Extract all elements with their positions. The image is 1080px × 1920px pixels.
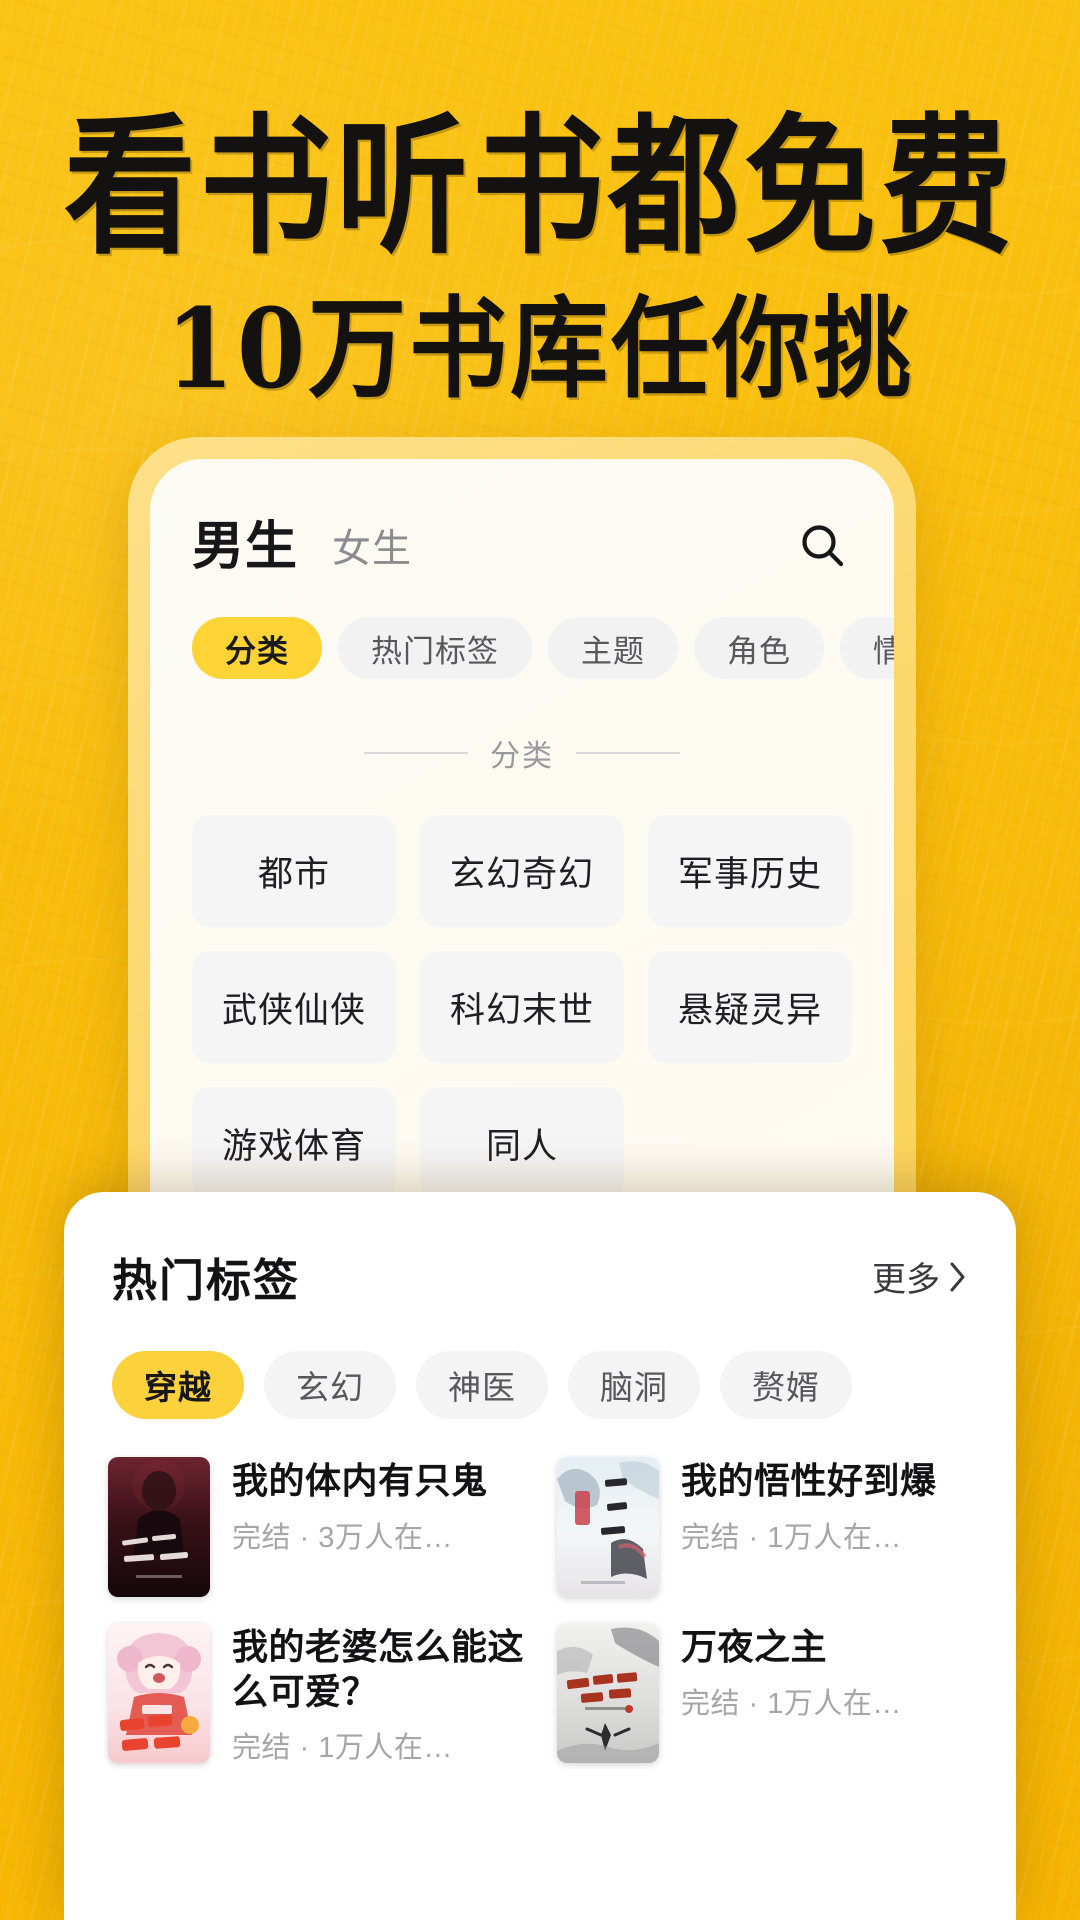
book-meta: 我的悟性好到爆 完结 · 1万人在…: [681, 1457, 976, 1556]
filter-chip-role[interactable]: 角色: [694, 617, 824, 679]
book-cover-art-anime-pink: [108, 1623, 210, 1763]
filter-chip-theme[interactable]: 主题: [548, 617, 678, 679]
tab-male[interactable]: 男生: [192, 521, 298, 573]
tag-chip-xuanhuan[interactable]: 玄幻: [264, 1351, 396, 1419]
hot-tags-overlay-card: 热门标签 更多 穿越 玄幻 神医 脑洞 赘婿 我的体内有只鬼 完结 · 3万人在…: [64, 1192, 1016, 1920]
filter-chip-row[interactable]: 分类 热门标签 主题 角色 情节: [150, 573, 894, 679]
category-cell[interactable]: 武侠仙侠: [192, 951, 396, 1063]
headline-sub: 10万书库任你挑: [165, 285, 915, 414]
book-cover: [108, 1623, 210, 1763]
category-cell[interactable]: 悬疑灵异: [648, 951, 852, 1063]
headline-main: 看书听书都免费: [64, 98, 1016, 276]
book-meta: 我的体内有只鬼 完结 · 3万人在…: [232, 1457, 527, 1556]
category-cell[interactable]: 都市: [192, 815, 396, 927]
book-title: 我的体内有只鬼: [232, 1460, 488, 1501]
book-item[interactable]: 我的体内有只鬼 完结 · 3万人在…: [108, 1457, 527, 1597]
more-button[interactable]: 更多: [872, 1252, 968, 1301]
search-icon: [802, 525, 844, 567]
tag-chip-row[interactable]: 穿越 玄幻 神医 脑洞 赘婿: [64, 1309, 1016, 1419]
section-divider: 分类: [150, 731, 894, 775]
category-cell[interactable]: 玄幻奇幻: [420, 815, 624, 927]
category-cell[interactable]: 同人: [420, 1087, 624, 1199]
book-item[interactable]: 我的老婆怎么能这么可爱？ 完结 · 1万人在…: [108, 1623, 527, 1766]
book-cover-art-light-ink: [557, 1457, 659, 1597]
filter-chip-category[interactable]: 分类: [192, 617, 322, 679]
tag-chip-chuanyue[interactable]: 穿越: [112, 1351, 244, 1419]
filter-chip-hot-tags[interactable]: 热门标签: [338, 617, 532, 679]
category-cell[interactable]: 军事历史: [648, 815, 852, 927]
book-status: 完结 · 3万人在…: [232, 1521, 453, 1554]
book-cover: [557, 1457, 659, 1597]
book-grid: 我的体内有只鬼 完结 · 3万人在… 我的悟性好到爆 完结 · 1万人在… 我的…: [64, 1419, 1016, 1766]
book-cover-art-gray-ink: [557, 1623, 659, 1763]
tab-female[interactable]: 女生: [332, 530, 412, 569]
filter-chip-plot[interactable]: 情节: [840, 617, 894, 679]
overlay-card-header: 热门标签 更多: [64, 1192, 1016, 1309]
book-cover: [557, 1623, 659, 1763]
category-grid: 都市 玄幻奇幻 军事历史 武侠仙侠 科幻末世 悬疑灵异 游戏体育 同人: [150, 775, 894, 1199]
book-meta: 万夜之主 完结 · 1万人在…: [681, 1623, 976, 1722]
book-status: 完结 · 1万人在…: [681, 1687, 902, 1720]
book-meta: 我的老婆怎么能这么可爱？ 完结 · 1万人在…: [232, 1623, 527, 1766]
book-item[interactable]: 我的悟性好到爆 完结 · 1万人在…: [557, 1457, 976, 1597]
overlay-card-title: 热门标签: [112, 1255, 301, 1306]
more-label: 更多: [872, 1261, 940, 1299]
category-cell[interactable]: 游戏体育: [192, 1087, 396, 1199]
book-cover: [108, 1457, 210, 1597]
book-title: 我的悟性好到爆: [681, 1460, 937, 1501]
book-item[interactable]: 万夜之主 完结 · 1万人在…: [557, 1623, 976, 1766]
section-divider-label: 分类: [490, 740, 554, 773]
divider-line-right: [576, 752, 680, 754]
category-cell[interactable]: 科幻末世: [420, 951, 624, 1063]
tag-chip-naodong[interactable]: 脑洞: [568, 1351, 700, 1419]
tag-chip-zhuixu[interactable]: 赘婿: [720, 1351, 852, 1419]
book-title: 我的老婆怎么能这么可爱？: [232, 1626, 525, 1712]
app-nav-bar: 男生 女生: [150, 459, 894, 573]
chevron-right-icon: [950, 1262, 965, 1291]
tag-chip-shenyi[interactable]: 神医: [416, 1351, 548, 1419]
search-button[interactable]: [792, 515, 854, 577]
headline-block: 看书听书都免费 10万书库任你挑: [0, 98, 1080, 408]
divider-line-left: [364, 752, 468, 754]
book-title: 万夜之主: [681, 1626, 828, 1667]
book-cover-art-dark-red: [108, 1457, 210, 1597]
book-status: 完结 · 1万人在…: [232, 1732, 453, 1765]
book-status: 完结 · 1万人在…: [681, 1521, 902, 1554]
